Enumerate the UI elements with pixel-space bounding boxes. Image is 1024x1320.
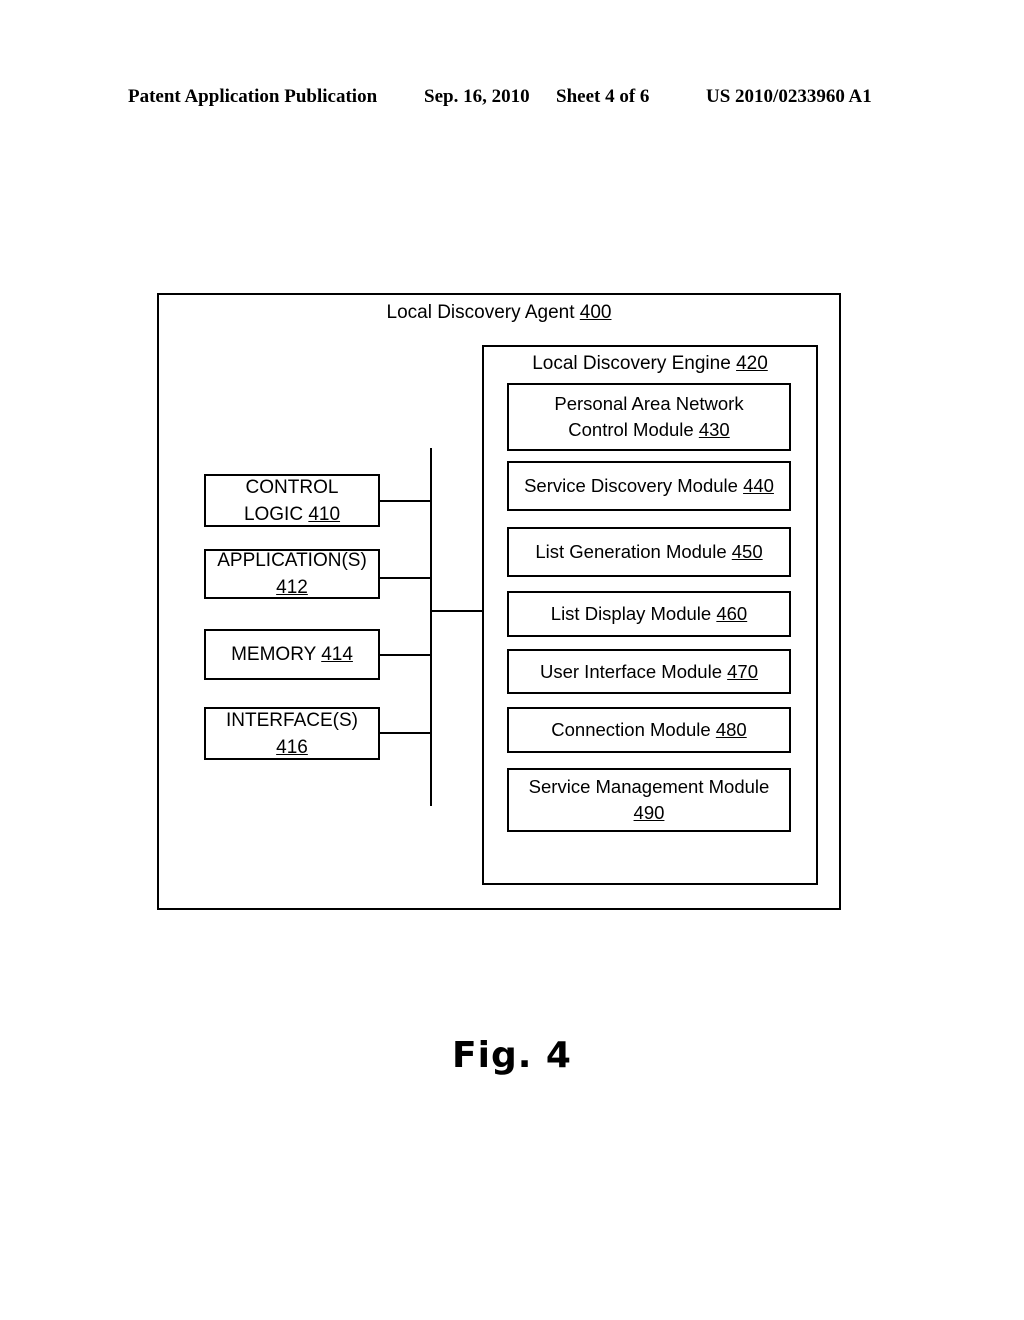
connector-applications-line [380, 577, 432, 579]
component-ref: 410 [308, 503, 341, 525]
component-label-line1: CONTROL [245, 476, 339, 498]
local-discovery-engine-ref: 420 [736, 353, 768, 374]
module-ref: 460 [716, 603, 748, 624]
module-text: Service Discovery Module 440 [524, 473, 774, 499]
module-text: List Display Module 460 [551, 601, 747, 627]
component-text: CONTROL LOGIC 410 [244, 474, 340, 528]
figure-caption: Fig. 4 [452, 1035, 572, 1076]
module-ref: 440 [743, 475, 774, 496]
component-ref: 416 [276, 736, 308, 758]
component-text: APPLICATION(S) 412 [217, 547, 367, 601]
connector-bus-to-engine-line [430, 610, 484, 612]
service-management-module-box: Service Management Module 490 [507, 768, 791, 832]
component-label-line1: MEMORY [231, 644, 316, 665]
module-text: Connection Module 480 [551, 717, 746, 743]
module-text: Personal Area Network Control Module 430 [554, 391, 743, 443]
module-ref: 470 [727, 660, 759, 682]
connector-memory-line [380, 654, 432, 656]
user-interface-module-box: User Interface Module 470 [507, 649, 791, 694]
local-discovery-engine-label: Local Discovery Engine [532, 353, 731, 374]
component-ref: 412 [276, 577, 308, 598]
connection-module-box: Connection Module 480 [507, 707, 791, 753]
connector-interfaces-line [380, 732, 432, 734]
connector-control-logic-line [380, 500, 432, 502]
component-label-line1: INTERFACE(S) [226, 709, 358, 731]
control-logic-box: CONTROL LOGIC 410 [204, 474, 380, 527]
local-discovery-agent-label: Local Discovery Agent [386, 302, 575, 323]
interfaces-box: INTERFACE(S) 416 [204, 707, 380, 760]
module-label-line1: List Display Module [550, 603, 712, 624]
module-label-line2: Control Module [568, 419, 694, 440]
local-discovery-engine-title: Local Discovery Engine 420 [482, 352, 818, 376]
applications-box: APPLICATION(S) 412 [204, 549, 380, 599]
list-display-module-box: List Display Module 460 [507, 591, 791, 637]
module-text: List Generation Module 450 [535, 539, 762, 565]
component-label-line1: APPLICATION(S) [217, 550, 367, 571]
memory-box: MEMORY 414 [204, 629, 380, 680]
figure-4-diagram: Local Discovery Agent 400 Local Discover… [0, 0, 1024, 1320]
module-ref: 480 [715, 719, 747, 740]
module-ref: 430 [698, 419, 730, 440]
module-label-line1: Connection Module [551, 719, 711, 740]
module-ref: 450 [731, 541, 763, 562]
module-label-line1: List Generation Module [535, 541, 727, 562]
component-ref: 414 [321, 644, 353, 665]
service-discovery-module-box: Service Discovery Module 440 [507, 461, 791, 511]
personal-area-network-control-module-box: Personal Area Network Control Module 430 [507, 383, 791, 451]
module-label-line1: Service Discovery Module [524, 475, 738, 496]
local-discovery-agent-ref: 400 [579, 302, 612, 323]
module-label-line1: Service Management Module [528, 776, 770, 797]
module-ref: 490 [633, 802, 665, 823]
module-label-line1: User Interface Module [539, 660, 722, 682]
module-label-line1: Personal Area Network [554, 393, 744, 414]
list-generation-module-box: List Generation Module 450 [507, 527, 791, 577]
local-discovery-agent-title: Local Discovery Agent 400 [157, 301, 841, 325]
module-text: User Interface Module 470 [540, 659, 758, 685]
component-text: INTERFACE(S) 416 [226, 707, 358, 761]
component-text: MEMORY 414 [231, 641, 353, 668]
component-label-line2: LOGIC [243, 503, 304, 525]
module-text: Service Management Module 490 [529, 774, 770, 826]
